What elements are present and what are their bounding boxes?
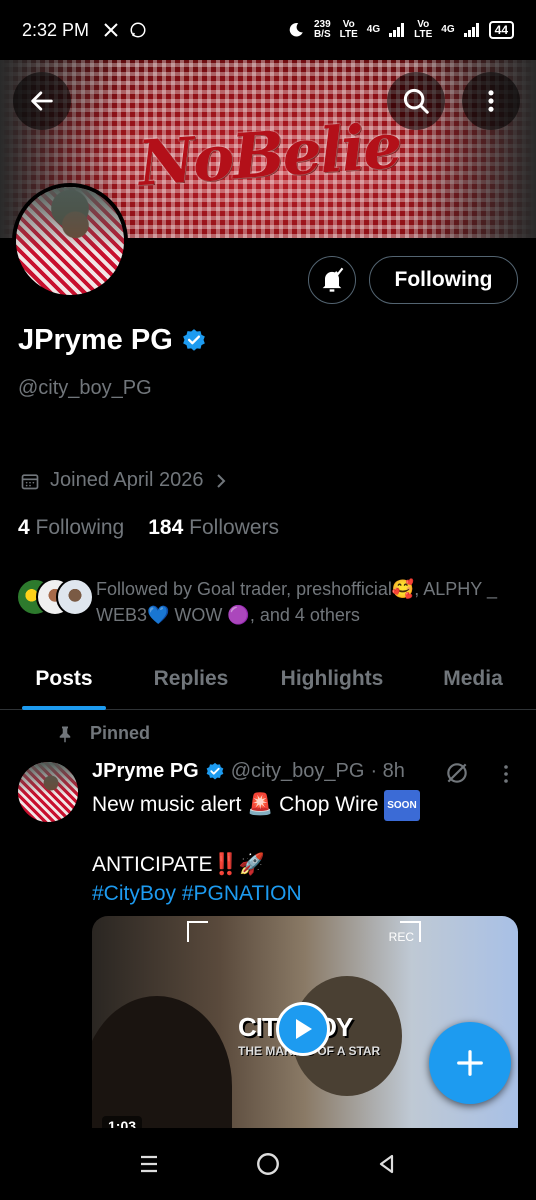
play-button[interactable]	[276, 1002, 330, 1056]
tweet-line-2: ANTICIPATE‼️🚀	[92, 853, 265, 876]
sim1-network: 4G	[366, 24, 381, 35]
nav-back-icon[interactable]	[375, 1152, 399, 1176]
tab-media[interactable]: Media	[410, 648, 536, 710]
chevron-right-icon	[217, 473, 226, 488]
followed-by-text: Followed by Goal trader, preshofficial🥰,…	[96, 579, 497, 625]
signal-icon	[389, 23, 405, 37]
tab-replies[interactable]: Replies	[128, 648, 254, 710]
calendar-icon	[21, 473, 39, 489]
joined-text: Joined April 2026	[50, 469, 204, 491]
home-icon[interactable]	[255, 1151, 281, 1177]
status-bar: 2:32 PM 239 B/S Vo LTE 4G Vo LTE 4G 44	[0, 0, 536, 60]
tweet-time: · 8h	[370, 760, 405, 782]
tweet-author-handle[interactable]: @city_boy_PG	[231, 760, 365, 783]
sim2-network: 4G	[441, 24, 455, 35]
moon-icon	[289, 23, 303, 37]
tab-highlights[interactable]: Highlights	[254, 648, 410, 710]
grok-icon[interactable]	[444, 760, 470, 786]
tab-posts[interactable]: Posts	[0, 648, 128, 710]
tweet-more-icon[interactable]	[496, 763, 516, 785]
battery-indicator: 44	[488, 21, 514, 39]
profile-handle: @city_boy_PG	[18, 377, 152, 399]
search-icon	[403, 88, 429, 114]
system-nav-bar	[0, 1128, 536, 1200]
sim2-volte: Vo LTE	[414, 19, 433, 40]
followed-by[interactable]: Followed by Goal trader, preshofficial🥰,…	[16, 576, 536, 628]
tweet-hashtags[interactable]: #CityBoy #PGNATION	[92, 879, 512, 908]
status-time: 2:32 PM	[22, 19, 90, 40]
video-rec-label: REC	[388, 930, 414, 944]
x-logo-icon	[104, 23, 118, 37]
data-speed: 239 B/S	[313, 19, 331, 40]
search-button[interactable]	[387, 72, 445, 130]
bell-check-icon	[322, 267, 344, 292]
mutual-avatar	[56, 578, 94, 616]
mutual-avatars	[16, 578, 94, 618]
back-button[interactable]	[13, 72, 71, 130]
profile-avatar[interactable]	[12, 183, 128, 299]
frame-corner	[187, 921, 208, 942]
pinned-text: Pinned	[90, 723, 151, 743]
signal-icon	[463, 23, 480, 37]
more-options-button[interactable]	[462, 72, 520, 130]
pinned-label: Pinned	[56, 723, 150, 744]
following-button[interactable]: Following	[369, 256, 518, 304]
following-link[interactable]: 4 Following	[18, 516, 124, 540]
profile-tabs: Posts Replies Highlights Media	[0, 648, 536, 710]
tweet-line-1: New music alert 🚨 Chop Wire	[92, 793, 379, 816]
back-arrow-icon	[31, 91, 53, 111]
verified-badge-icon	[206, 762, 224, 779]
tweet-author-name[interactable]: JPryme PG	[92, 760, 199, 783]
banner-logo-text: NoBelie	[135, 108, 403, 201]
follow-stats: 4 Following 184 Followers	[18, 516, 279, 540]
soon-arrow-emoji: SOON	[384, 790, 420, 821]
tweet-text: New music alert 🚨 Chop Wire SOON ANTICIP…	[92, 790, 512, 908]
profile-name: JPryme PG	[18, 324, 207, 357]
more-vertical-icon	[488, 90, 494, 112]
play-icon	[296, 1019, 312, 1039]
tweet-header: JPryme PG @city_boy_PG · 8h	[92, 760, 405, 783]
sim1-volte: Vo LTE	[339, 19, 358, 40]
followers-link[interactable]: 184 Followers	[148, 516, 279, 540]
notifications-button[interactable]	[308, 256, 356, 304]
joined-date[interactable]: Joined April 2026	[20, 469, 229, 492]
video-duration: 1:03	[102, 1116, 143, 1128]
verified-badge-icon	[182, 328, 205, 351]
whatsapp-icon	[130, 22, 146, 38]
pin-icon	[59, 726, 71, 742]
plus-icon	[457, 1050, 483, 1076]
tweet-author-avatar[interactable]	[18, 762, 78, 822]
compose-button[interactable]	[429, 1022, 511, 1104]
profile-name-text: JPryme PG	[18, 324, 173, 356]
recent-apps-icon[interactable]	[137, 1152, 161, 1176]
